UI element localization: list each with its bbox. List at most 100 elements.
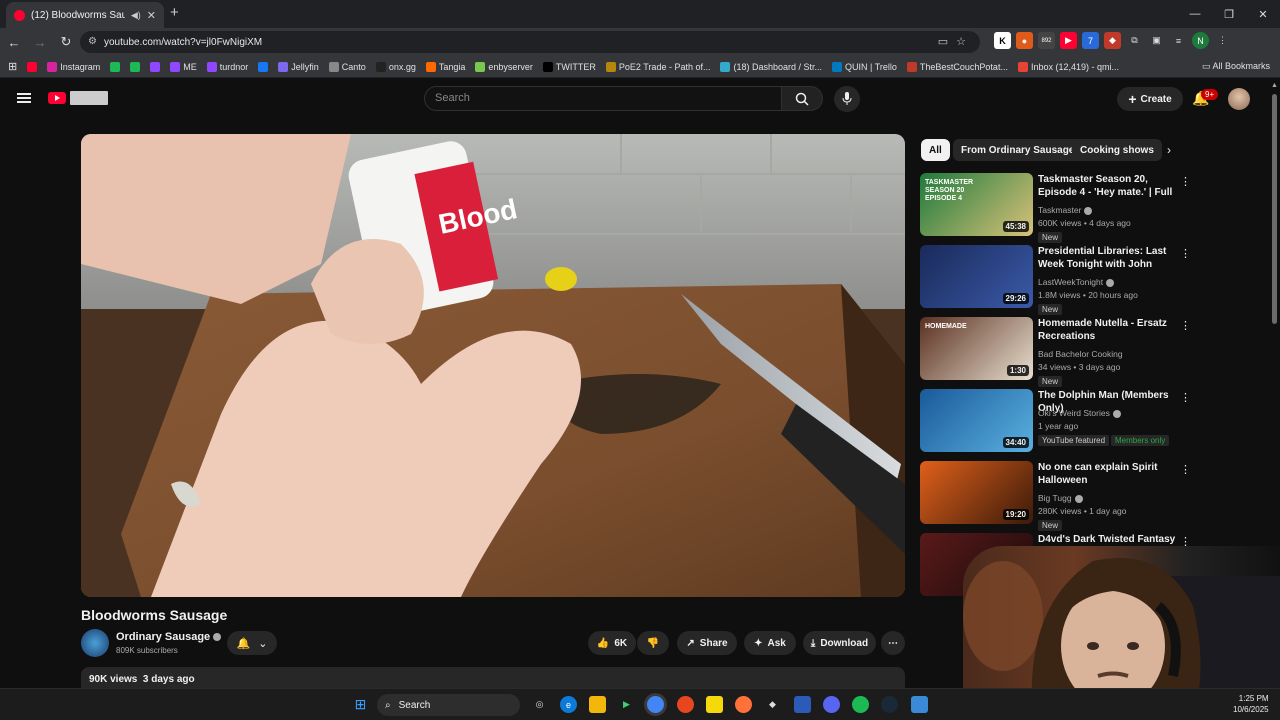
bookmark-item[interactable]: Inbox (12,419) - qmi... — [1013, 61, 1124, 72]
more-actions-button[interactable]: ⋯ — [881, 631, 905, 655]
recommendation-title[interactable]: D4vd's Dark Twisted Fantasy — [1038, 533, 1178, 546]
discord-icon[interactable] — [823, 696, 840, 713]
site-info-icon[interactable]: ⚙ — [88, 36, 97, 47]
apps-grid-icon[interactable]: ⊞ — [0, 60, 22, 73]
bookmark-item[interactable]: (18) Dashboard / Str... — [715, 61, 827, 72]
close-tab-icon[interactable]: ✕ — [147, 9, 156, 22]
extension-red-icon[interactable]: ◆ — [1104, 32, 1121, 49]
recommendation-item[interactable]: TASKMASTER SEASON 20 EPISODE 4 45:38 Taskm… — [920, 173, 1191, 243]
extension-k-icon[interactable]: K — [994, 32, 1011, 49]
bookmark-item[interactable]: Instagram — [42, 61, 105, 72]
bookmark-item[interactable]: ME — [165, 61, 202, 72]
gamepass-icon[interactable]: ▶ — [618, 696, 635, 713]
bookmark-star-icon[interactable]: ☆ — [956, 36, 974, 48]
firefox-icon[interactable] — [735, 696, 752, 713]
recommendation-title[interactable]: Presidential Libraries: Last Week Tonigh… — [1038, 245, 1178, 272]
app-icon-2[interactable] — [794, 696, 811, 713]
chip-from-ordinary-sausage[interactable]: From Ordinary Sausage — [953, 139, 1083, 161]
recommendation-channel[interactable]: Oki's Weird Stories — [1038, 408, 1121, 418]
extension-fox-icon[interactable]: ● — [1016, 32, 1033, 49]
bookmark-item[interactable]: turdnor — [202, 61, 254, 72]
notepad-icon[interactable] — [911, 696, 928, 713]
back-icon[interactable]: ← — [2, 35, 26, 50]
bookmark-item[interactable]: onx.gg — [371, 61, 421, 72]
taskview-icon[interactable]: ◎ — [531, 696, 548, 713]
extension-7tv-icon[interactable]: 7 — [1082, 32, 1099, 49]
ask-button[interactable]: ✦ Ask — [744, 631, 796, 655]
speaker-icon[interactable]: ◀) — [131, 10, 141, 21]
extension-counter-icon[interactable]: 892 — [1038, 32, 1055, 49]
share-button[interactable]: ↗ Share — [677, 631, 737, 655]
minimize-icon[interactable]: — — [1178, 0, 1212, 28]
video-thumbnail[interactable]: 34:40 — [920, 389, 1033, 452]
subscription-bell-button[interactable]: 🔔 ⌄ — [227, 631, 277, 655]
recommendation-title[interactable]: No one can explain Spirit Halloween — [1038, 461, 1178, 487]
sidepanel-icon[interactable]: ▣ — [1148, 32, 1165, 49]
profile-n-icon[interactable]: N — [1192, 32, 1209, 49]
chip-all[interactable]: All — [921, 139, 950, 161]
spotify-icon[interactable] — [852, 696, 869, 713]
close-window-icon[interactable]: ✕ — [1246, 0, 1280, 28]
new-tab-button[interactable]: + — [170, 4, 179, 21]
media-icon[interactable]: ≡ — [1170, 32, 1187, 49]
bookmark-item[interactable] — [125, 61, 145, 72]
voice-search-button[interactable] — [834, 86, 860, 112]
channel-avatar[interactable] — [81, 629, 109, 657]
recommendation-item[interactable]: HOMEMADE 1:30 Homemade Nutella - Ersatz Re… — [920, 317, 1191, 387]
recommendation-title[interactable]: Homemade Nutella - Ersatz Recreations — [1038, 317, 1178, 343]
omnibox[interactable]: ⚙ youtube.com/watch?v=jl0FwNigiXM ▭☆ — [80, 31, 980, 53]
file-explorer-icon[interactable] — [589, 696, 606, 713]
search-button[interactable] — [781, 86, 823, 111]
recommendation-channel[interactable]: Bad Bachelor Cooking — [1038, 349, 1123, 359]
more-vertical-icon[interactable]: ⋮ — [1180, 319, 1191, 332]
extension-youtube-icon[interactable]: ▶ — [1060, 32, 1077, 49]
windows-start-icon[interactable]: ⊞ — [352, 696, 369, 713]
browser-tab-youtube[interactable]: (12) Bloodworms Sausage ◀) ✕ — [6, 2, 164, 28]
download-button[interactable]: ⤓ Download — [803, 631, 876, 655]
app-icon-1[interactable]: ◆ — [764, 696, 781, 713]
bookmark-item[interactable]: enbyserver — [470, 61, 538, 72]
recommendation-channel[interactable]: Big Tugg — [1038, 493, 1083, 503]
bookmark-item[interactable]: Tangia — [421, 61, 471, 72]
recommendation-item[interactable]: 34:40 The Dolphin Man (Members Only) Oki's… — [920, 389, 1191, 457]
menu-hamburger-icon[interactable] — [17, 93, 31, 103]
video-thumbnail[interactable]: TASKMASTER SEASON 20 EPISODE 4 45:38 — [920, 173, 1033, 236]
bookmark-item[interactable]: QUIN | Trello — [827, 61, 902, 72]
recommendation-channel[interactable]: LastWeekTonight — [1038, 277, 1115, 287]
forward-icon[interactable]: → — [28, 35, 52, 50]
recommendation-item[interactable]: 29:26 Presidential Libraries: Last Week T… — [920, 245, 1191, 315]
chevron-right-icon[interactable]: › — [1167, 143, 1171, 157]
youtube-logo-icon[interactable] — [48, 92, 66, 104]
youtube-wordmark[interactable] — [70, 91, 108, 105]
video-thumbnail[interactable]: 19:20 — [920, 461, 1033, 524]
more-vertical-icon[interactable]: ⋮ — [1180, 175, 1191, 188]
channel-name[interactable]: Ordinary Sausage — [116, 631, 222, 643]
account-avatar[interactable] — [1228, 88, 1250, 110]
bookmark-item[interactable]: Jellyfin — [273, 61, 324, 72]
chrome-icon[interactable] — [647, 696, 664, 713]
more-vertical-icon[interactable]: ⋮ — [1180, 391, 1191, 404]
video-player[interactable]: Blood — [81, 134, 905, 597]
restore-icon[interactable]: ❐ — [1212, 0, 1246, 28]
chip-cooking-shows[interactable]: Cooking shows — [1072, 139, 1162, 161]
recommendation-title[interactable]: Taskmaster Season 20, Episode 4 - 'Hey m… — [1038, 173, 1178, 200]
scroll-up-arrow-icon[interactable]: ▲ — [1271, 82, 1278, 89]
menu-kebab-icon[interactable]: ⋮ — [1214, 32, 1231, 49]
bookmark-item[interactable]: Canto — [324, 61, 371, 72]
all-bookmarks[interactable]: ▭ All Bookmarks — [1202, 61, 1270, 72]
taskbar-search[interactable]: ⌕ Search — [377, 694, 520, 716]
reload-icon[interactable]: ↻ — [54, 34, 78, 50]
cast-icon[interactable]: ▭ — [938, 36, 956, 48]
bookmark-item[interactable]: TWITTER — [538, 61, 601, 72]
like-button[interactable]: 👍 6K — [588, 631, 636, 655]
recommendation-channel[interactable]: Taskmaster — [1038, 205, 1093, 215]
basketball-app-icon[interactable] — [677, 696, 694, 713]
create-button[interactable]: + Create — [1117, 87, 1183, 111]
video-thumbnail[interactable]: 29:26 — [920, 245, 1033, 308]
more-vertical-icon[interactable]: ⋮ — [1180, 463, 1191, 476]
bookmark-item[interactable]: PoE2 Trade - Path of... — [601, 61, 716, 72]
bookmark-item[interactable] — [145, 61, 165, 72]
bookmark-item[interactable] — [105, 61, 125, 72]
search-input[interactable]: Search — [424, 86, 782, 111]
bookmark-item[interactable] — [22, 61, 42, 72]
